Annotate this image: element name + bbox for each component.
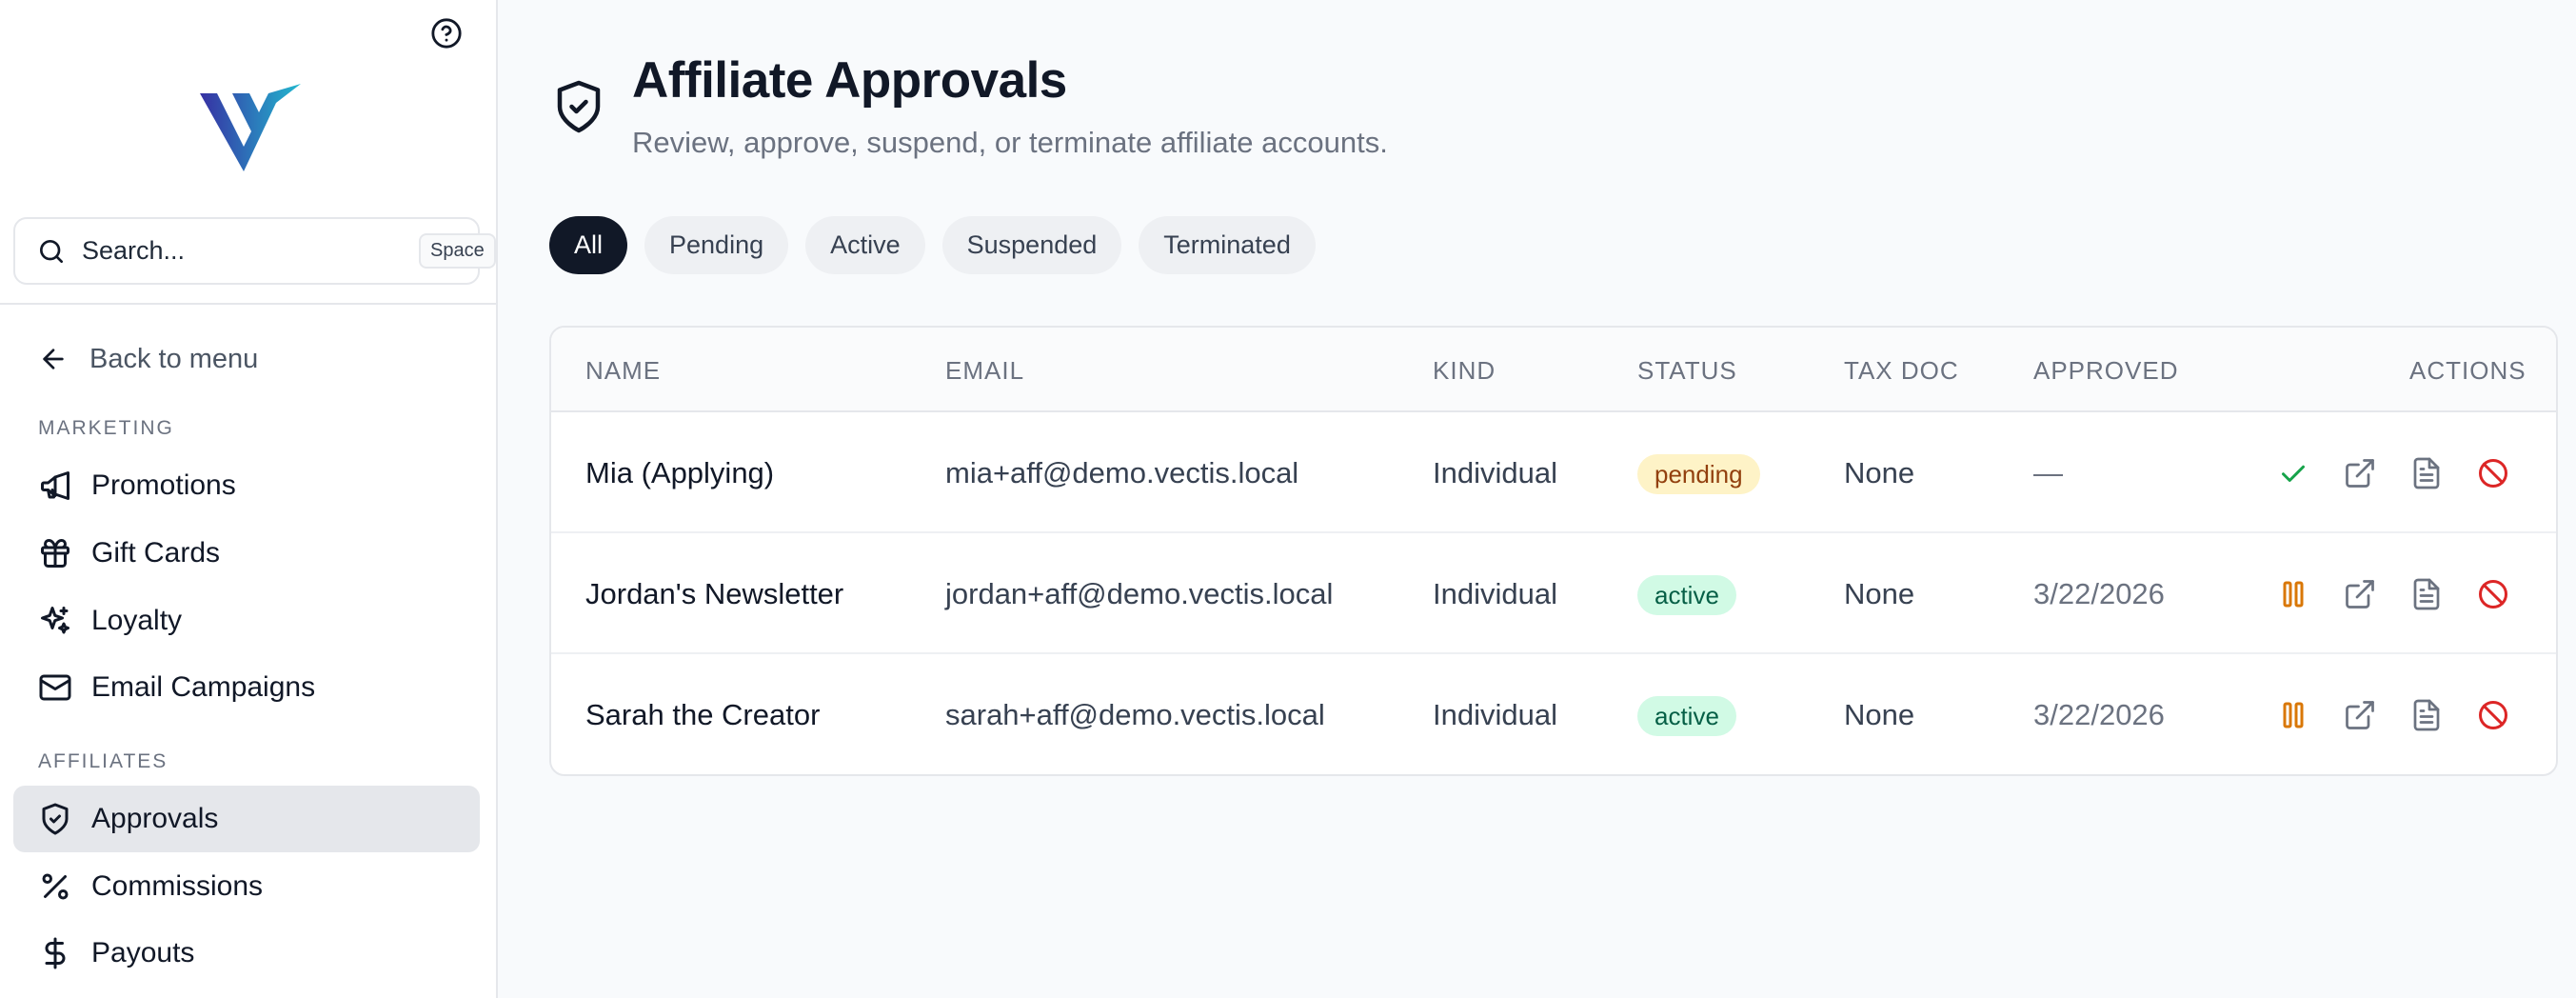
column-header-status: STATUS	[1637, 356, 1737, 385]
row-email: sarah+aff@demo.vectis.local	[945, 698, 1325, 731]
row-kind: Individual	[1433, 577, 1557, 610]
column-header-actions: ACTIONS	[2409, 356, 2526, 385]
sidebar-item-label: Loyalty	[91, 605, 183, 636]
sidebar-item-label: Commissions	[91, 870, 264, 902]
section-label-marketing: MARKETING	[38, 417, 174, 439]
external-link-icon	[2346, 580, 2374, 609]
sidebar-item-label: Approvals	[91, 803, 219, 834]
megaphone-icon	[41, 471, 69, 500]
column-header-name: NAME	[585, 356, 662, 385]
sidebar-item-label: Email Campaigns	[91, 671, 316, 703]
affiliates-table: NAME EMAIL KIND STATUS TAX DOC APPROVED …	[549, 326, 2558, 776]
sidebar-item-commissions[interactable]: Commissions	[13, 853, 480, 920]
page-subtitle: Review, approve, suspend, or terminate a…	[632, 126, 1388, 159]
filter-tab-pending[interactable]: Pending	[644, 216, 789, 274]
column-header-kind: KIND	[1433, 356, 1496, 385]
column-header-email: EMAIL	[945, 356, 1025, 385]
back-to-menu-link[interactable]: Back to menu	[38, 339, 258, 379]
row-approved-date: —	[2033, 456, 2063, 489]
approve-button[interactable]	[2274, 454, 2312, 492]
file-text-icon	[2413, 457, 2440, 489]
sidebar-item-approvals[interactable]: Approvals	[13, 786, 480, 852]
table-row: Jordan's Newsletter jordan+aff@demo.vect…	[551, 533, 2556, 654]
open-external-button[interactable]	[2341, 454, 2379, 492]
search-input[interactable]	[82, 236, 419, 266]
table-row: Mia (Applying) mia+aff@demo.vectis.local…	[551, 412, 2556, 533]
shield-check-icon	[42, 803, 69, 835]
sidebar-item-label: Promotions	[91, 469, 236, 501]
file-text-icon	[2413, 699, 2440, 731]
row-name: Jordan's Newsletter	[585, 577, 844, 610]
sidebar: Space Back to menu MARKETING Promotions …	[0, 0, 498, 998]
status-badge: active	[1637, 575, 1736, 615]
search-shortcut-hint: Space	[419, 233, 496, 269]
status-badge: pending	[1637, 454, 1760, 494]
filter-tab-active[interactable]: Active	[805, 216, 925, 274]
row-name: Mia (Applying)	[585, 456, 775, 489]
table-header: NAME EMAIL KIND STATUS TAX DOC APPROVED …	[551, 328, 2556, 412]
back-to-menu-label: Back to menu	[89, 343, 259, 374]
page-title: Affiliate Approvals	[632, 52, 1067, 109]
filter-tab-terminated[interactable]: Terminated	[1139, 216, 1316, 274]
section-label-affiliates: AFFILIATES	[38, 750, 168, 772]
suspend-button[interactable]	[2274, 575, 2312, 613]
row-email: mia+aff@demo.vectis.local	[945, 456, 1299, 489]
pause-icon	[2283, 702, 2304, 729]
row-kind: Individual	[1433, 456, 1557, 489]
row-email: jordan+aff@demo.vectis.local	[945, 577, 1334, 610]
row-tax-doc: None	[1844, 456, 1915, 489]
row-tax-doc: None	[1844, 577, 1915, 610]
external-link-icon	[2346, 701, 2374, 729]
brand-logo[interactable]	[200, 84, 301, 171]
arrow-left-icon	[43, 349, 64, 369]
search-icon	[40, 239, 63, 263]
sidebar-item-label: Payouts	[91, 937, 195, 968]
filter-tab-all[interactable]: All	[549, 216, 628, 274]
row-tax-doc: None	[1844, 698, 1915, 731]
file-text-icon	[2413, 578, 2440, 610]
row-name: Sarah the Creator	[585, 698, 821, 731]
view-document-button[interactable]	[2408, 454, 2446, 492]
ban-icon	[2479, 701, 2507, 729]
search-box[interactable]: Space	[13, 217, 496, 285]
view-document-button[interactable]	[2408, 575, 2446, 613]
column-header-tax-doc: TAX DOC	[1844, 356, 1959, 385]
terminate-button[interactable]	[2474, 575, 2512, 613]
sidebar-item-loyalty[interactable]: Loyalty	[13, 588, 480, 654]
dollar-icon	[45, 937, 66, 969]
check-icon	[2282, 465, 2305, 482]
sidebar-item-gift-cards[interactable]: Gift Cards	[13, 520, 480, 587]
open-external-button[interactable]	[2341, 575, 2379, 613]
filter-tab-suspended[interactable]: Suspended	[941, 216, 1122, 274]
open-external-button[interactable]	[2341, 696, 2379, 734]
percent-icon	[42, 873, 69, 900]
ban-icon	[2479, 580, 2507, 609]
view-document-button[interactable]	[2408, 696, 2446, 734]
sparkles-icon	[41, 607, 69, 634]
table-row: Sarah the Creator sarah+aff@demo.vectis.…	[551, 654, 2556, 774]
sidebar-item-label: Gift Cards	[91, 537, 221, 569]
suspend-button[interactable]	[2274, 696, 2312, 734]
column-header-approved: APPROVED	[2033, 356, 2179, 385]
sidebar-item-payouts[interactable]: Payouts	[13, 920, 480, 987]
external-link-icon	[2346, 459, 2374, 488]
mail-icon	[39, 674, 71, 701]
help-circle-icon	[431, 18, 462, 49]
row-approved-date: 3/22/2026	[2033, 577, 2165, 610]
status-filter-tabs: All Pending Active Suspended Terminated	[549, 216, 1316, 274]
row-kind: Individual	[1433, 698, 1557, 731]
terminate-button[interactable]	[2474, 454, 2512, 492]
help-button[interactable]	[428, 15, 465, 51]
shield-check-icon	[557, 80, 601, 133]
gift-icon	[41, 539, 69, 568]
sidebar-divider	[0, 303, 496, 305]
status-badge: active	[1637, 696, 1736, 736]
row-approved-date: 3/22/2026	[2033, 698, 2165, 731]
sidebar-item-email-campaigns[interactable]: Email Campaigns	[13, 654, 480, 721]
pause-icon	[2283, 581, 2304, 608]
terminate-button[interactable]	[2474, 696, 2512, 734]
sidebar-item-promotions[interactable]: Promotions	[13, 452, 480, 519]
ban-icon	[2479, 459, 2507, 488]
